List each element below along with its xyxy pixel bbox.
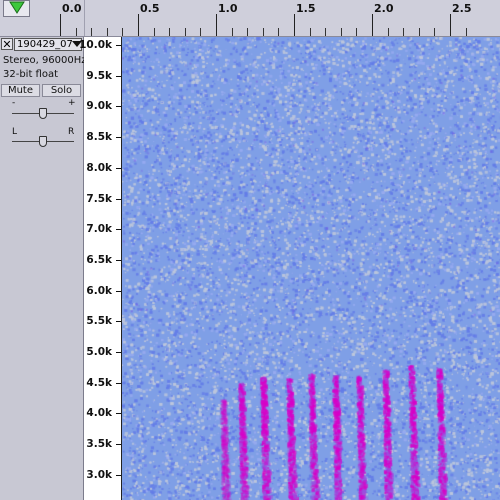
frequency-tick-label: 4.0k bbox=[86, 407, 112, 420]
ruler-minor-tick bbox=[340, 28, 342, 36]
ruler-major-tick bbox=[138, 14, 139, 36]
frequency-tick bbox=[116, 137, 121, 139]
frequency-tick-label: 9.0k bbox=[86, 100, 112, 113]
frequency-tick-label: 7.5k bbox=[86, 192, 112, 205]
ruler-minor-tick bbox=[434, 28, 436, 36]
close-icon: ✕ bbox=[2, 38, 12, 51]
frequency-tick bbox=[116, 474, 121, 476]
ruler-minor-tick bbox=[418, 28, 420, 36]
ruler-minor-tick bbox=[247, 28, 249, 36]
ruler-minor-tick bbox=[91, 28, 93, 36]
ruler-minor-tick bbox=[122, 28, 124, 36]
ruler-minor-tick bbox=[169, 28, 171, 36]
ruler-minor-tick bbox=[325, 28, 327, 36]
frequency-tick bbox=[116, 45, 121, 46]
ruler-major-tick bbox=[294, 14, 295, 36]
frequency-tick bbox=[116, 229, 121, 231]
gain-plus-label: + bbox=[68, 98, 76, 108]
frequency-tick-label: 4.5k bbox=[86, 376, 112, 389]
frequency-tick-label: 6.0k bbox=[86, 284, 112, 297]
ruler-minor-tick bbox=[200, 28, 202, 36]
frequency-tick-label: 7.0k bbox=[86, 223, 112, 236]
spectrogram-view[interactable] bbox=[122, 37, 500, 500]
track-name-label: 190429_07 bbox=[17, 39, 73, 50]
ruler-minor-tick bbox=[403, 28, 405, 36]
mute-button[interactable]: Mute bbox=[1, 84, 40, 97]
frequency-axis: 10.0k 9.5k 9.0k 8.5k 8.0k 7.5k 7.0k 6.5k 6.0k 5.5… bbox=[79, 37, 122, 500]
frequency-tick bbox=[116, 198, 121, 200]
ruler-tick-label: 1.5 bbox=[296, 2, 316, 15]
ruler-minor-tick bbox=[184, 28, 186, 36]
frequency-tick bbox=[116, 382, 121, 384]
solo-button[interactable]: Solo bbox=[42, 84, 81, 97]
track-control-panel: ✕ 190429_07 Stereo, 96000Hz 32-bit float… bbox=[0, 37, 87, 500]
ruler-minor-tick bbox=[262, 28, 264, 36]
frequency-tick-label: 9.5k bbox=[86, 69, 112, 82]
pan-right-label: R bbox=[68, 127, 75, 137]
ruler-major-tick bbox=[60, 14, 61, 36]
gain-slider-thumb[interactable] bbox=[39, 108, 47, 119]
frequency-tick bbox=[116, 106, 121, 108]
ruler-major-tick bbox=[372, 14, 373, 36]
frequency-tick bbox=[116, 352, 121, 353]
ruler-minor-tick bbox=[153, 28, 155, 36]
ruler-minor-tick bbox=[465, 28, 467, 36]
ruler-minor-tick bbox=[356, 28, 358, 36]
gain-minus-label: - bbox=[12, 98, 16, 108]
frequency-tick-label: 8.0k bbox=[86, 161, 112, 174]
ruler-minor-tick bbox=[278, 28, 280, 36]
pan-left-label: L bbox=[12, 127, 18, 137]
frequency-tick bbox=[116, 444, 121, 446]
ruler-tick-label: 2.5 bbox=[452, 2, 472, 15]
ruler-minor-tick bbox=[75, 28, 77, 36]
frequency-tick bbox=[116, 259, 121, 261]
frequency-tick bbox=[116, 75, 121, 77]
track-bitdepth-info: 32-bit float bbox=[3, 69, 59, 80]
ruler-minor-tick bbox=[309, 28, 311, 36]
ruler-minor-tick bbox=[106, 28, 108, 36]
frequency-tick bbox=[116, 167, 121, 169]
frequency-tick-label: 8.5k bbox=[86, 131, 112, 144]
frequency-tick bbox=[116, 321, 121, 323]
frequency-tick-label: 3.5k bbox=[86, 438, 112, 451]
frequency-tick bbox=[116, 413, 121, 415]
ruler-minor-tick bbox=[231, 28, 233, 36]
pan-slider-thumb[interactable] bbox=[39, 136, 47, 147]
ruler-tick-label: 1.0 bbox=[218, 2, 238, 15]
frequency-tick-label: 3.0k bbox=[86, 468, 112, 481]
ruler-ticks: 0.0 0.5 1.0 1.5 2.0 2.5 bbox=[0, 0, 500, 36]
ruler-minor-tick bbox=[387, 28, 389, 36]
frequency-tick-label: 6.5k bbox=[86, 253, 112, 266]
frequency-tick-label: 5.5k bbox=[86, 315, 112, 328]
track-format-info: Stereo, 96000Hz bbox=[3, 55, 87, 66]
ruler-tick-label: 2.0 bbox=[374, 2, 394, 15]
frequency-tick bbox=[116, 290, 121, 292]
frequency-tick-label: 5.0k bbox=[86, 346, 112, 358]
ruler-major-tick bbox=[450, 14, 451, 36]
frequency-tick-label: 10.0k bbox=[79, 39, 112, 51]
ruler-tick-label: 0.0 bbox=[62, 2, 82, 15]
ruler-major-tick bbox=[216, 14, 217, 36]
ruler-tick-label: 0.5 bbox=[140, 2, 160, 15]
close-track-button[interactable]: ✕ bbox=[1, 38, 13, 50]
